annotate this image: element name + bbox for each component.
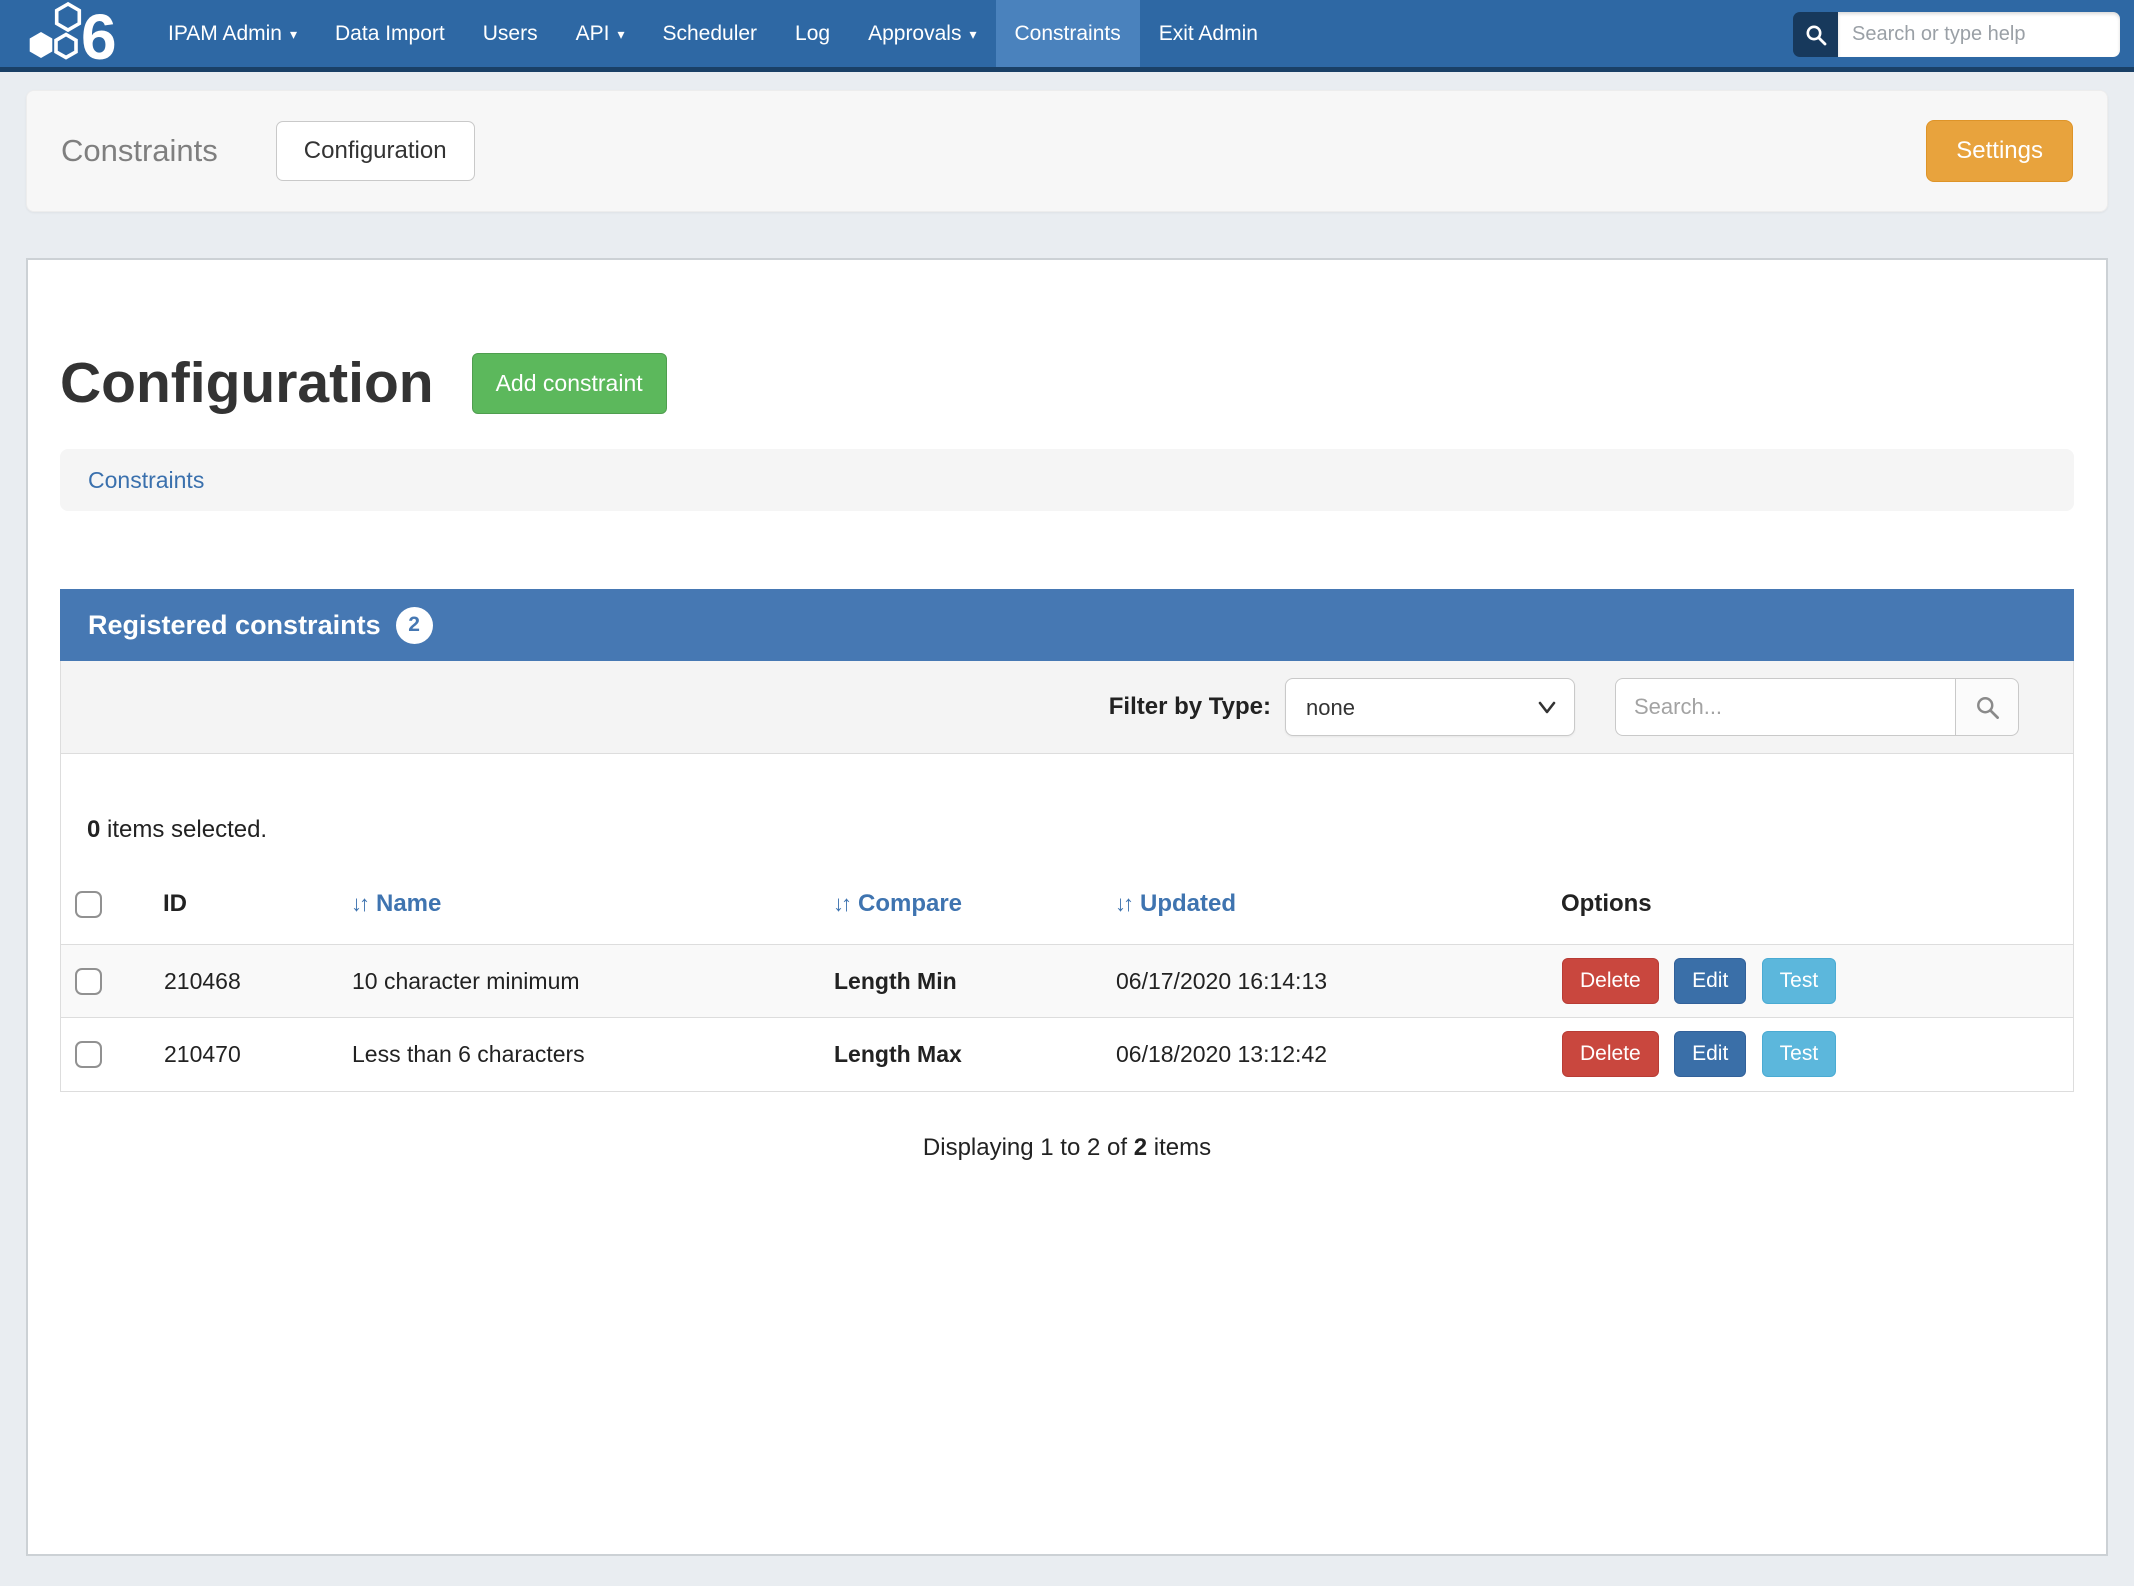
test-button[interactable]: Test (1762, 1031, 1837, 1077)
sort-icon: ↓↑ (351, 891, 367, 916)
table-header-row: ID ↓↑Name ↓↑Compare ↓↑Updated Options (61, 844, 2073, 945)
search-icon (1804, 23, 1828, 47)
column-header-name[interactable]: ↓↑Name (351, 844, 833, 945)
constraints-table: ID ↓↑Name ↓↑Compare ↓↑Updated Options (61, 844, 2073, 1091)
sort-icon: ↓↑ (833, 891, 849, 916)
nav-item-approvals[interactable]: Approvals ▾ (849, 0, 995, 67)
svg-text:6: 6 (81, 1, 117, 67)
navbar-search-icon[interactable] (1793, 12, 1838, 57)
cell-options: Delete Edit Test (1561, 945, 2073, 1018)
panel-title: Registered constraints (88, 610, 381, 641)
caret-down-icon: ▾ (617, 26, 624, 43)
tab-configuration[interactable]: Configuration (276, 121, 475, 181)
items-selected-status: 0 items selected. (61, 754, 2073, 844)
page-title: Configuration (60, 350, 434, 416)
sort-icon: ↓↑ (1115, 891, 1131, 916)
cell-id: 210470 (163, 1018, 351, 1091)
cell-id: 210468 (163, 945, 351, 1018)
selected-count: 0 (87, 816, 100, 843)
caret-down-icon: ▾ (969, 26, 976, 43)
select-all-checkbox[interactable] (75, 891, 102, 918)
hexagon-logo-icon: 6 (24, 1, 129, 67)
caret-down-icon: ▾ (290, 26, 297, 43)
panel-body: Filter by Type: none (60, 661, 2074, 1092)
breadcrumb: Constraints (60, 449, 2074, 511)
row-checkbox[interactable] (75, 968, 102, 995)
nav-item-api[interactable]: API ▾ (557, 0, 644, 67)
panel-header: Registered constraints 2 (60, 589, 2074, 661)
cell-updated: 06/17/2020 16:14:13 (1115, 945, 1561, 1018)
search-icon (1974, 694, 2001, 721)
column-header-id: ID (163, 844, 351, 945)
breadcrumb-constraints-link[interactable]: Constraints (88, 467, 204, 494)
edit-button[interactable]: Edit (1674, 1031, 1746, 1077)
delete-button[interactable]: Delete (1562, 1031, 1659, 1077)
table-row: 210468 10 character minimum Length Min 0… (61, 945, 2073, 1018)
top-navbar: 6 IPAM Admin ▾ Data Import Users API ▾ S… (0, 0, 2134, 72)
filter-type-select-wrap: none (1285, 678, 1575, 736)
footer-count: 2 (1134, 1134, 1147, 1161)
test-button[interactable]: Test (1762, 958, 1837, 1004)
table-search-input[interactable] (1615, 678, 1955, 736)
nav-item-exit-admin[interactable]: Exit Admin (1140, 0, 1277, 67)
nav-item-scheduler[interactable]: Scheduler (643, 0, 776, 67)
subheader-panel: Constraints Configuration Settings (26, 90, 2108, 212)
cell-compare: Length Max (833, 1018, 1115, 1091)
add-constraint-button[interactable]: Add constraint (472, 353, 667, 414)
cell-compare: Length Min (833, 945, 1115, 1018)
table-toolbar: Filter by Type: none (61, 661, 2073, 754)
filter-type-select[interactable]: none (1285, 678, 1575, 736)
nav-item-data-import[interactable]: Data Import (316, 0, 464, 67)
table-row: 210470 Less than 6 characters Length Max… (61, 1018, 2073, 1091)
page-context-title: Constraints (61, 133, 218, 169)
registered-constraints-panel: Registered constraints 2 Filter by Type:… (60, 589, 2074, 1162)
filter-by-type-label: Filter by Type: (1109, 693, 1271, 721)
heading-row: Configuration Add constraint (60, 260, 2074, 416)
main-content-card: Configuration Add constraint Constraints… (26, 258, 2108, 1556)
cell-updated: 06/18/2020 13:12:42 (1115, 1018, 1561, 1091)
selected-label: items selected. (100, 816, 267, 843)
column-header-options: Options (1561, 844, 2073, 945)
table-search-group (1615, 678, 2019, 736)
cell-name: Less than 6 characters (351, 1018, 833, 1091)
select-all-cell (61, 844, 163, 945)
navbar-search (1793, 12, 2120, 57)
nav-item-log[interactable]: Log (776, 0, 849, 67)
logo-6connect[interactable]: 6 (24, 0, 129, 67)
delete-button[interactable]: Delete (1562, 958, 1659, 1004)
column-header-updated[interactable]: ↓↑Updated (1115, 844, 1561, 945)
subheader: Constraints Configuration Settings (0, 72, 2134, 212)
count-badge: 2 (396, 607, 433, 644)
cell-name: 10 character minimum (351, 945, 833, 1018)
row-checkbox[interactable] (75, 1041, 102, 1068)
column-header-compare[interactable]: ↓↑Compare (833, 844, 1115, 945)
table-footer: Displaying 1 to 2 of 2 items (60, 1092, 2074, 1162)
settings-button[interactable]: Settings (1926, 120, 2073, 182)
nav-item-users[interactable]: Users (464, 0, 557, 67)
nav-item-constraints[interactable]: Constraints (996, 0, 1140, 67)
navbar-search-input[interactable] (1838, 12, 2120, 57)
edit-button[interactable]: Edit (1674, 958, 1746, 1004)
main-menu: IPAM Admin ▾ Data Import Users API ▾ Sch… (149, 0, 1277, 67)
cell-options: Delete Edit Test (1561, 1018, 2073, 1091)
nav-item-ipam-admin[interactable]: IPAM Admin ▾ (149, 0, 316, 67)
table-search-button[interactable] (1955, 678, 2019, 736)
